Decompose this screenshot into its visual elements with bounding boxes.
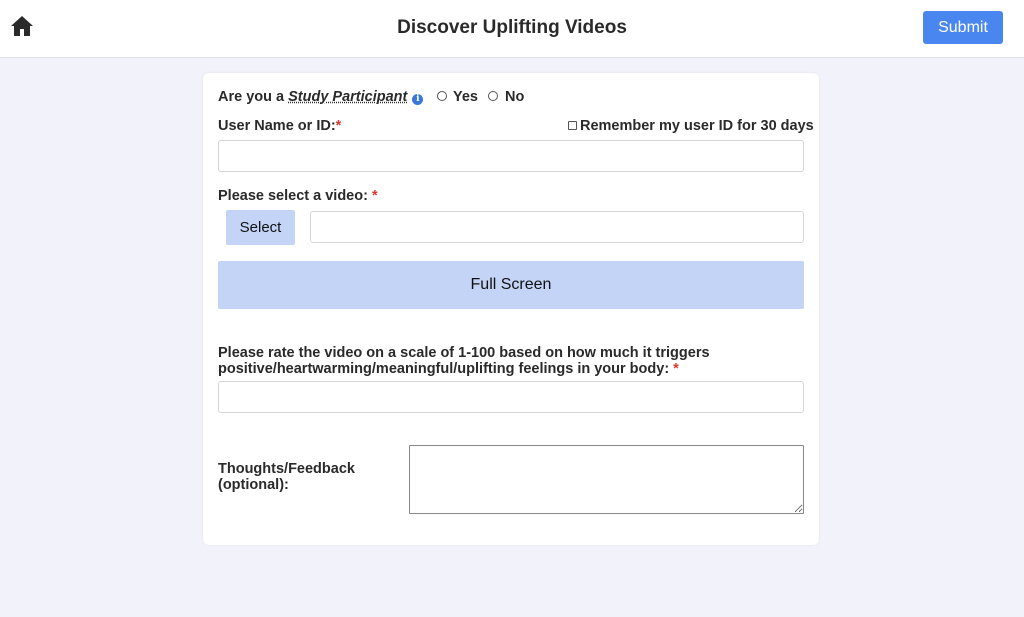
select-video-button[interactable]: Select bbox=[226, 210, 295, 245]
required-mark: * bbox=[371, 188, 378, 204]
rating-label-line2: positive/heartwarming/meaningful/uplifti… bbox=[218, 361, 674, 377]
user-id-input[interactable] bbox=[218, 140, 804, 172]
video-input[interactable] bbox=[310, 211, 804, 243]
user-id-label-text: User Name or ID: bbox=[218, 118, 336, 134]
submit-button[interactable]: Submit bbox=[923, 11, 1003, 44]
participant-yes-radio[interactable] bbox=[437, 91, 447, 101]
required-mark: * bbox=[335, 118, 342, 134]
video-label-text: Please select a video: bbox=[218, 188, 372, 204]
required-mark: * bbox=[673, 361, 679, 377]
remember-id-checkbox[interactable] bbox=[568, 121, 577, 130]
feedback-textarea[interactable] bbox=[409, 445, 804, 514]
feedback-label-line1: Thoughts/Feedback bbox=[218, 461, 355, 477]
participant-emphasis: Study Participant bbox=[288, 89, 408, 105]
info-icon[interactable]: i bbox=[412, 94, 424, 105]
top-bar: Discover Uplifting Videos Submit bbox=[0, 0, 1024, 58]
video-label: Please select a video: * bbox=[218, 188, 378, 204]
rating-label-line2-wrap: positive/heartwarming/meaningful/uplifti… bbox=[218, 361, 710, 377]
remember-id-label: Remember my user ID for 30 days bbox=[580, 118, 814, 134]
participant-question: Are you a Study Participant i bbox=[218, 89, 424, 105]
full-screen-button[interactable]: Full Screen bbox=[218, 261, 804, 309]
feedback-label: Thoughts/Feedback (optional): bbox=[218, 461, 355, 493]
user-id-label: User Name or ID:* bbox=[218, 118, 341, 134]
rating-label-line1: Please rate the video on a scale of 1-10… bbox=[218, 345, 710, 361]
participant-no-label: No bbox=[505, 89, 525, 105]
participant-no-radio[interactable] bbox=[488, 91, 498, 101]
feedback-label-line2: (optional): bbox=[218, 477, 289, 493]
participant-yes-label: Yes bbox=[453, 89, 478, 105]
form-card: Are you a Study Participant i Yes No User… bbox=[203, 73, 819, 545]
page-title: Discover Uplifting Videos bbox=[397, 17, 627, 38]
participant-question-prefix: Are you a bbox=[218, 89, 289, 105]
rating-label: Please rate the video on a scale of 1-10… bbox=[218, 345, 710, 377]
rating-input[interactable] bbox=[218, 381, 804, 413]
